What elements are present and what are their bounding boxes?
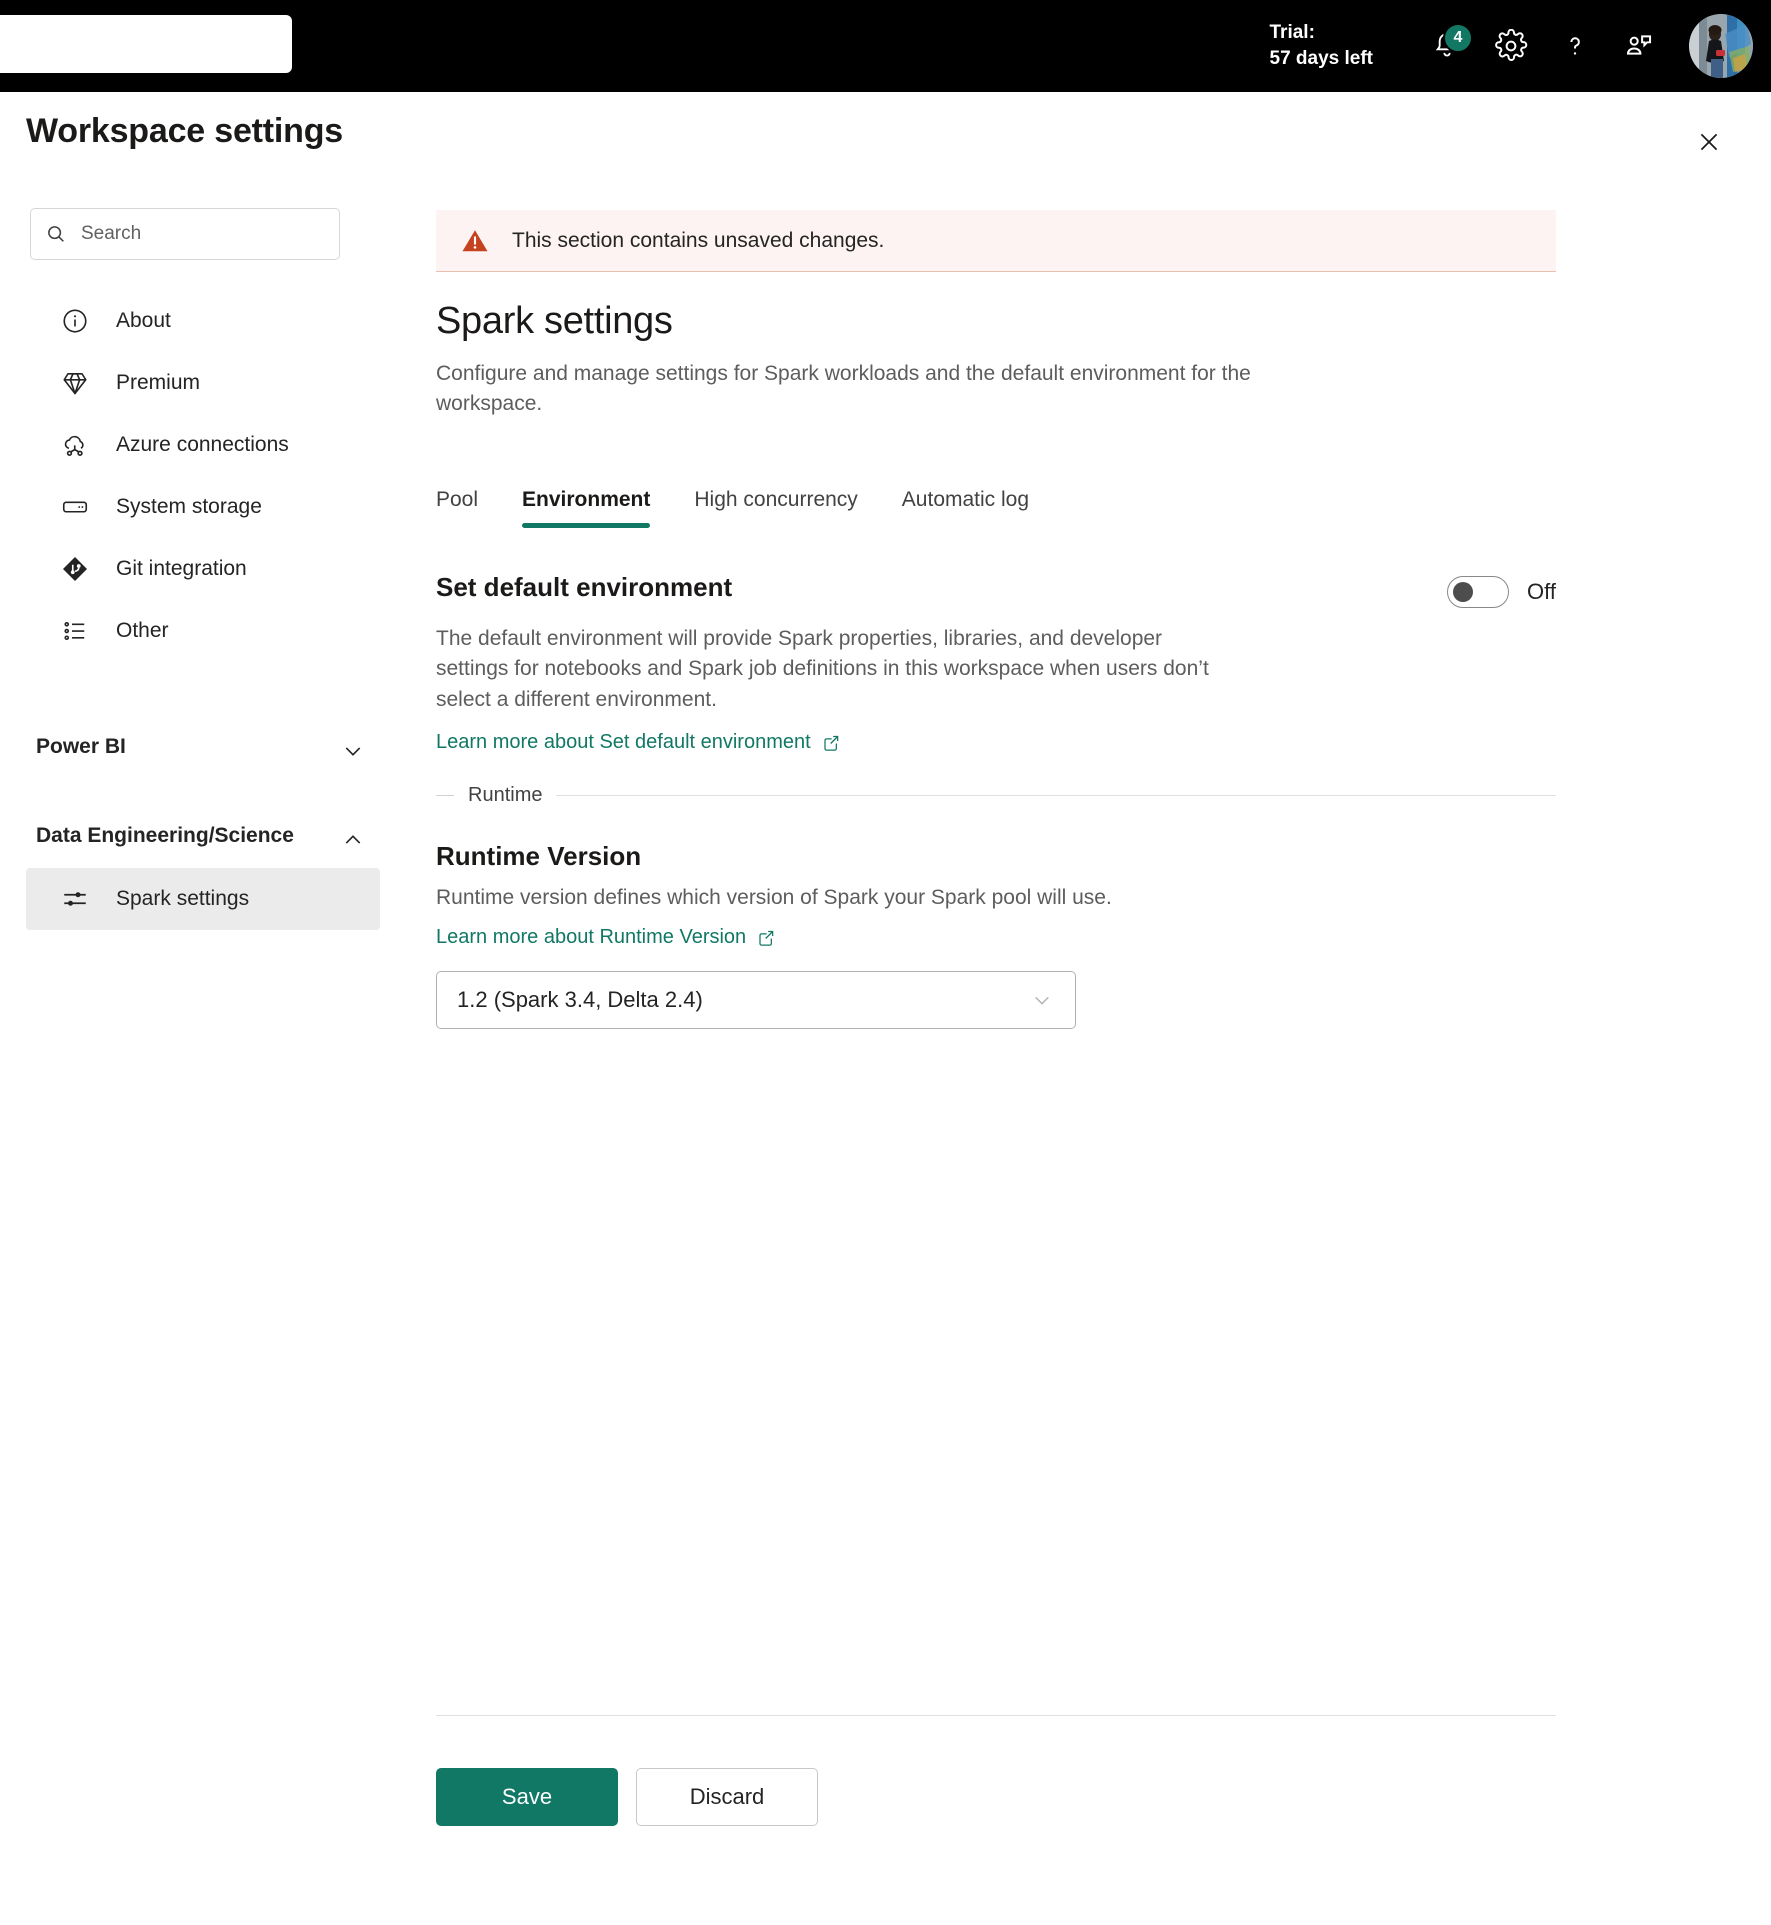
gear-icon — [1495, 29, 1528, 61]
feedback-icon — [1626, 35, 1652, 55]
toggle-state-label: Off — [1527, 578, 1556, 604]
unsaved-changes-banner: This section contains unsaved changes. — [436, 210, 1556, 272]
discard-button[interactable]: Discard — [636, 1768, 818, 1826]
sidebar-item-label: Other — [116, 619, 169, 642]
warning-triangle-icon — [462, 229, 488, 251]
sidebar-item-label: About — [116, 309, 171, 332]
top-app-bar-actions: Trial: 57 days left 4 — [1270, 0, 1762, 92]
cloud-link-icon — [58, 428, 92, 462]
panel-header: Workspace settings — [0, 92, 1771, 164]
legend-line-left — [436, 795, 454, 797]
link-text: Learn more about Runtime Version — [436, 926, 747, 949]
global-search-input[interactable] — [0, 15, 292, 73]
tab-pool[interactable]: Pool — [436, 488, 500, 528]
runtime-fieldset-legend: Runtime — [436, 784, 1556, 807]
feedback-button[interactable] — [1607, 14, 1671, 78]
sidebar-item-label: Azure connections — [116, 433, 289, 456]
sidebar-group-title: Data Engineering/Science — [36, 824, 294, 847]
top-app-bar: Trial: 57 days left 4 — [0, 0, 1771, 92]
chevron-down-icon — [340, 738, 378, 769]
sidebar-item-other[interactable]: Other — [26, 600, 380, 662]
close-button[interactable] — [1687, 120, 1731, 164]
settings-tabs: Pool Environment High concurrency Automa… — [436, 470, 1556, 528]
trial-status: Trial: 57 days left — [1270, 20, 1374, 72]
learn-more-runtime-version-link[interactable]: Learn more about Runtime Version — [436, 926, 776, 949]
info-circle-icon — [58, 304, 92, 338]
sidebar-item-label: Git integration — [116, 557, 247, 580]
user-avatar[interactable] — [1689, 14, 1753, 78]
sidebar-item-premium[interactable]: Premium — [26, 352, 380, 414]
toggle-knob — [1453, 581, 1474, 602]
set-default-environment-toggle[interactable] — [1447, 575, 1510, 608]
set-default-environment-row: Set default environment Off — [436, 572, 1556, 608]
legend-line-right — [556, 795, 1556, 797]
close-icon — [1700, 133, 1718, 151]
tab-automatic-log[interactable]: Automatic log — [880, 488, 1051, 528]
set-default-environment-label: Set default environment — [436, 571, 733, 602]
open-in-new-icon — [824, 735, 838, 751]
footer-divider — [436, 1715, 1556, 1716]
sliders-icon — [58, 882, 92, 916]
git-icon — [58, 552, 92, 586]
sidebar-item-about[interactable]: About — [26, 290, 380, 352]
tab-environment[interactable]: Environment — [500, 488, 672, 528]
footer-actions: Save Discard — [436, 1768, 818, 1826]
sidebar-group-data-engineering-science[interactable]: Data Engineering/Science — [36, 807, 378, 858]
section-description: Configure and manage settings for Spark … — [436, 362, 1251, 416]
diamond-icon — [58, 366, 92, 400]
chevron-up-icon — [340, 827, 378, 858]
chevron-down-icon — [1035, 997, 1049, 1005]
runtime-version-value: 1.2 (Spark 3.4, Delta 2.4) — [457, 987, 703, 1013]
link-text: Learn more about Set default environment — [436, 731, 811, 754]
save-button[interactable]: Save — [436, 1768, 618, 1826]
help-icon — [1570, 37, 1580, 55]
trial-label: Trial: — [1269, 21, 1315, 43]
sidebar-search[interactable] — [30, 208, 340, 260]
notification-count-badge: 4 — [1443, 23, 1473, 53]
runtime-version-dropdown[interactable]: 1.2 (Spark 3.4, Delta 2.4) — [436, 971, 1076, 1030]
settings-button[interactable] — [1479, 14, 1543, 78]
notifications-button[interactable]: 4 — [1415, 14, 1479, 78]
tab-high-concurrency[interactable]: High concurrency — [672, 488, 879, 528]
page-title: Workspace settings — [26, 112, 343, 150]
list-icon — [58, 614, 92, 648]
learn-more-set-default-environment-link[interactable]: Learn more about Set default environment — [436, 731, 841, 754]
avatar-image — [1689, 14, 1753, 78]
sidebar-group-title: Power BI — [36, 735, 126, 758]
help-button[interactable] — [1543, 14, 1607, 78]
set-default-environment-description: The default environment will provide Spa… — [436, 626, 1209, 711]
runtime-version-description: Runtime version defines which version of… — [436, 886, 1112, 910]
sidebar-item-system-storage[interactable]: System storage — [26, 476, 380, 538]
search-icon — [48, 226, 64, 242]
runtime-version-title: Runtime Version — [436, 841, 642, 872]
legend-text: Runtime — [468, 784, 543, 807]
sidebar-nav: About Premium Azure connections System s… — [0, 290, 400, 930]
trial-days-left: 57 days left — [1269, 48, 1374, 69]
sidebar-item-label: Spark settings — [116, 887, 250, 910]
sidebar-item-label: System storage — [116, 495, 262, 518]
settings-content: This section contains unsaved changes. S… — [436, 210, 1556, 1030]
open-in-new-icon — [759, 930, 774, 946]
sidebar-item-git-integration[interactable]: Git integration — [26, 538, 380, 600]
sidebar-item-spark-settings[interactable]: Spark settings — [26, 868, 380, 930]
set-default-environment-toggle-wrap: Off — [1447, 575, 1556, 608]
sidebar-item-azure-connections[interactable]: Azure connections — [26, 414, 380, 476]
sidebar-search-input[interactable] — [79, 222, 299, 246]
section-title: Spark settings — [436, 300, 673, 342]
storage-icon — [58, 490, 92, 524]
sidebar-group-power-bi[interactable]: Power BI — [36, 718, 378, 769]
sidebar-item-label: Premium — [116, 371, 201, 394]
banner-text: This section contains unsaved changes. — [512, 228, 885, 252]
